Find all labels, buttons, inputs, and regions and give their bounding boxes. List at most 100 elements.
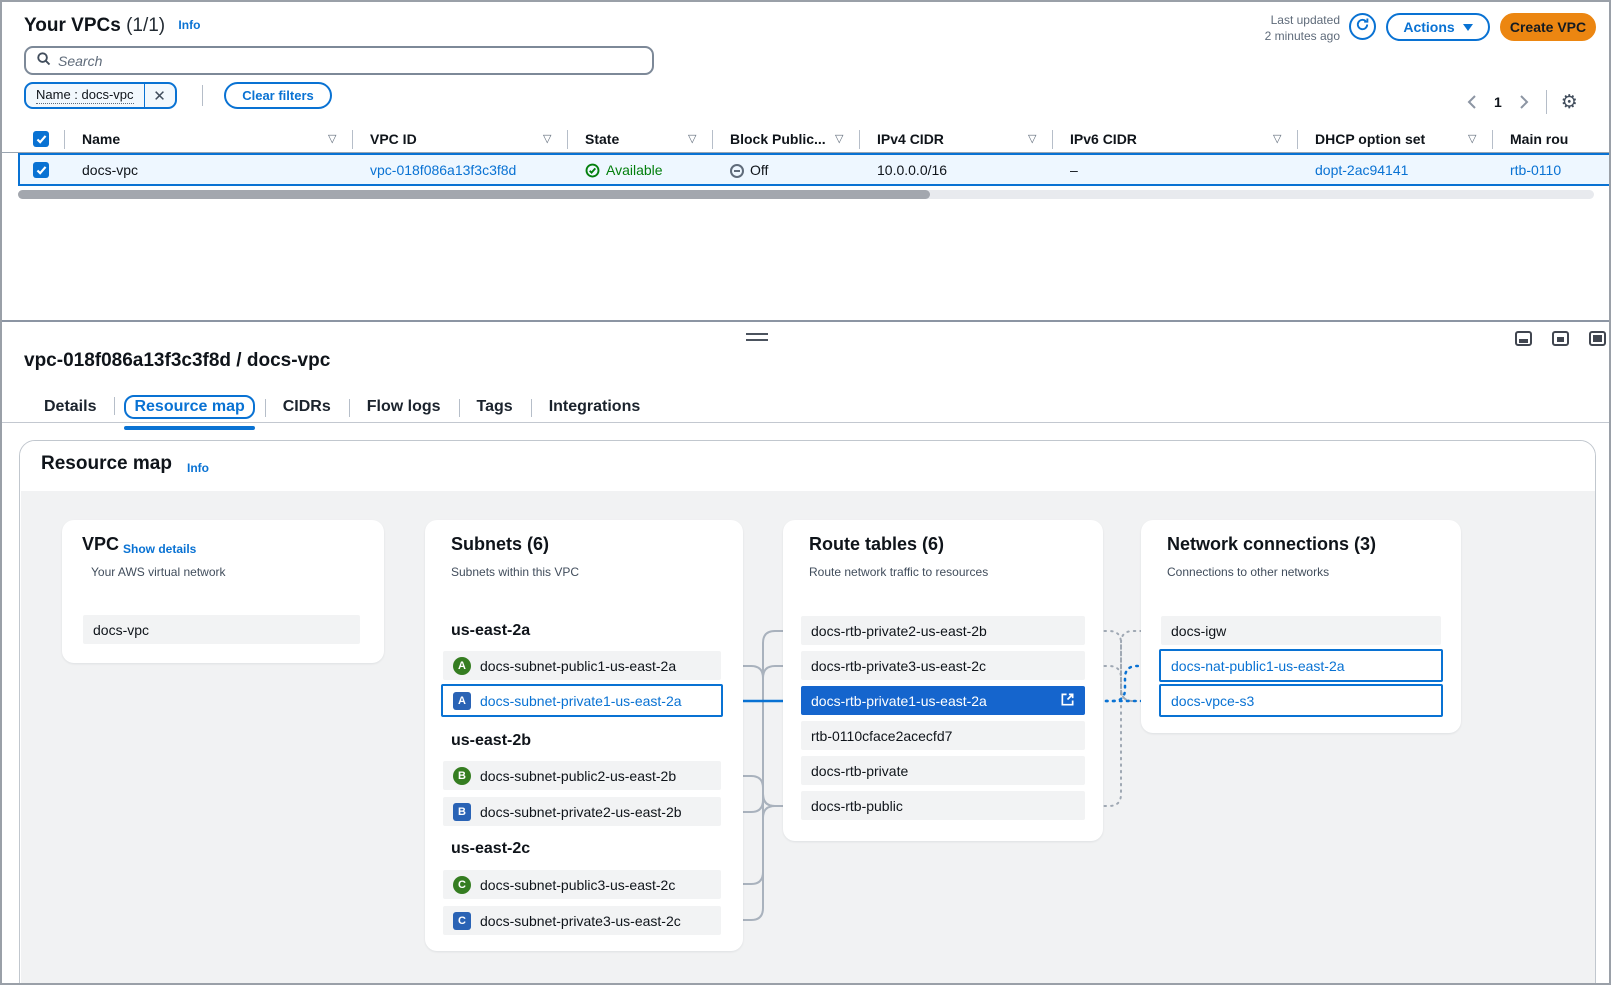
- create-vpc-button[interactable]: Create VPC: [1500, 13, 1596, 41]
- next-page-icon[interactable]: [1516, 94, 1532, 110]
- az-a-badge: A: [453, 692, 471, 710]
- col-header-dhcp-option-set[interactable]: DHCP option set: [1315, 131, 1425, 147]
- clear-filters-button[interactable]: Clear filters: [224, 82, 332, 109]
- page-title-text: Your VPCs: [24, 15, 121, 36]
- vpc-column-card: VPC Show details Your AWS virtual networ…: [62, 520, 384, 663]
- nat-gateway-node[interactable]: docs-nat-public1-us-east-2a: [1159, 649, 1443, 682]
- off-icon: [730, 164, 744, 178]
- sort-icon[interactable]: ▽: [1468, 132, 1476, 145]
- subnet-node-public1[interactable]: A docs-subnet-public1-us-east-2a: [443, 651, 721, 680]
- vpc-endpoint-node[interactable]: docs-vpce-s3: [1159, 684, 1443, 717]
- vpc-column-title: VPC: [82, 534, 119, 555]
- az-b-badge: B: [453, 803, 471, 821]
- cell-main-route-table-link[interactable]: rtb-0110: [1510, 162, 1561, 178]
- cell-vpc-id-link[interactable]: vpc-018f086a13f3c3f8d: [370, 162, 516, 178]
- refresh-button[interactable]: [1349, 13, 1376, 40]
- network-connections-column-title: Network connections (3): [1167, 534, 1376, 555]
- panel-position-bottom-icon[interactable]: [1515, 331, 1532, 346]
- info-link[interactable]: Info: [178, 18, 200, 32]
- az-label: us-east-2c: [451, 840, 530, 858]
- az-label: us-east-2b: [451, 732, 531, 750]
- cell-state: Available: [585, 162, 663, 178]
- search-box[interactable]: [24, 46, 654, 75]
- available-check-icon: [585, 163, 600, 178]
- cell-block-public: Off: [730, 162, 768, 178]
- pagination: 1 ⚙: [1464, 90, 1578, 114]
- tab-details[interactable]: Details: [26, 392, 114, 422]
- tab-cidrs[interactable]: CIDRs: [265, 392, 349, 422]
- subnet-node-private2[interactable]: B docs-subnet-private2-us-east-2b: [443, 797, 721, 826]
- filter-token[interactable]: Name : docs-vpc ✕: [24, 82, 177, 109]
- detail-heading: vpc-018f086a13f3c3f8d / docs-vpc: [24, 350, 330, 372]
- col-header-block-public[interactable]: Block Public...: [730, 131, 826, 147]
- table-header: Name ▽ VPC ID ▽ State ▽ Block Public... …: [2, 126, 1611, 153]
- route-table-node[interactable]: rtb-0110cface2acecfd7: [801, 721, 1085, 750]
- cell-ipv4-cidr: 10.0.0.0/16: [877, 162, 947, 178]
- az-c-badge: C: [453, 912, 471, 930]
- external-link-icon[interactable]: [1060, 692, 1075, 710]
- cell-name: docs-vpc: [82, 162, 138, 178]
- col-header-state[interactable]: State: [585, 131, 619, 147]
- col-header-vpc-id[interactable]: VPC ID: [370, 131, 417, 147]
- caret-down-icon: [1463, 24, 1473, 31]
- panel-layout-controls: [1515, 331, 1606, 346]
- remove-filter-icon[interactable]: ✕: [145, 84, 175, 107]
- sort-icon[interactable]: ▽: [328, 132, 336, 145]
- panel-position-side-icon[interactable]: [1552, 331, 1569, 346]
- sort-icon[interactable]: ▽: [1028, 132, 1036, 145]
- subnet-node-public2[interactable]: B docs-subnet-public2-us-east-2b: [443, 761, 721, 790]
- horizontal-scrollbar-thumb[interactable]: [18, 190, 930, 199]
- tab-tags[interactable]: Tags: [459, 392, 531, 422]
- panel-maximize-icon[interactable]: [1589, 331, 1606, 346]
- route-tables-column-title: Route tables (6): [809, 534, 944, 555]
- tab-integrations[interactable]: Integrations: [531, 392, 659, 422]
- route-table-node[interactable]: docs-rtb-private3-us-east-2c: [801, 651, 1085, 680]
- route-table-node[interactable]: docs-rtb-public: [801, 791, 1085, 820]
- route-table-node[interactable]: docs-rtb-private2-us-east-2b: [801, 616, 1085, 645]
- col-header-ipv6-cidr[interactable]: IPv6 CIDR: [1070, 131, 1137, 147]
- page-title: Your VPCs (1/1) Info: [24, 15, 200, 37]
- resource-map-info-link[interactable]: Info: [187, 461, 209, 475]
- resource-map-canvas: VPC Show details Your AWS virtual networ…: [21, 491, 1596, 985]
- internet-gateway-node[interactable]: docs-igw: [1161, 616, 1441, 645]
- split-panel-drag-handle[interactable]: [746, 333, 768, 341]
- az-a-badge: A: [453, 657, 471, 675]
- subnet-node-private1-selected[interactable]: A docs-subnet-private1-us-east-2a: [441, 684, 723, 717]
- sort-icon[interactable]: ▽: [1273, 132, 1281, 145]
- sort-icon[interactable]: ▽: [835, 132, 843, 145]
- col-header-name[interactable]: Name: [82, 131, 120, 147]
- sort-icon[interactable]: ▽: [543, 132, 551, 145]
- select-all-checkbox[interactable]: [33, 131, 49, 147]
- vpc-console-window: Your VPCs (1/1) Info Last updated 2 minu…: [0, 0, 1611, 985]
- tab-resource-map[interactable]: Resource map: [114, 390, 264, 424]
- table-settings-gear-icon[interactable]: ⚙: [1561, 93, 1578, 112]
- refresh-icon: [1355, 17, 1370, 37]
- row-checkbox[interactable]: [33, 162, 49, 178]
- col-header-main-route-table[interactable]: Main rou: [1510, 131, 1568, 147]
- horizontal-scrollbar[interactable]: [18, 190, 1594, 199]
- search-icon: [36, 51, 51, 71]
- col-header-ipv4-cidr[interactable]: IPv4 CIDR: [877, 131, 944, 147]
- az-b-badge: B: [453, 767, 471, 785]
- subnet-node-private3[interactable]: C docs-subnet-private3-us-east-2c: [443, 906, 721, 935]
- page-number[interactable]: 1: [1494, 94, 1502, 110]
- detail-tabs: Details Resource map CIDRs Flow logs Tag…: [26, 390, 658, 424]
- resource-map-title: Resource map: [41, 453, 172, 475]
- route-table-node-selected[interactable]: docs-rtb-private1-us-east-2a: [801, 686, 1085, 715]
- subnets-column-card: Subnets (6) Subnets within this VPC us-e…: [425, 520, 743, 951]
- az-label: us-east-2a: [451, 622, 530, 640]
- subnet-node-public3[interactable]: C docs-subnet-public3-us-east-2c: [443, 870, 721, 899]
- table-row[interactable]: docs-vpc vpc-018f086a13f3c3f8d Available…: [18, 153, 1611, 186]
- route-table-node[interactable]: docs-rtb-private: [801, 756, 1085, 785]
- network-connections-column-card: Network connections (3) Connections to o…: [1141, 520, 1461, 733]
- search-input[interactable]: [58, 53, 642, 69]
- show-details-link[interactable]: Show details: [123, 542, 196, 556]
- previous-page-icon[interactable]: [1464, 94, 1480, 110]
- last-updated-label: Last updated 2 minutes ago: [1192, 12, 1340, 44]
- sort-icon[interactable]: ▽: [688, 132, 696, 145]
- cell-dhcp-link[interactable]: dopt-2ac94141: [1315, 162, 1408, 178]
- vpc-node[interactable]: docs-vpc: [83, 615, 360, 644]
- actions-button[interactable]: Actions: [1386, 13, 1490, 41]
- tab-flow-logs[interactable]: Flow logs: [349, 392, 459, 422]
- vpc-count: (1/1): [126, 15, 165, 36]
